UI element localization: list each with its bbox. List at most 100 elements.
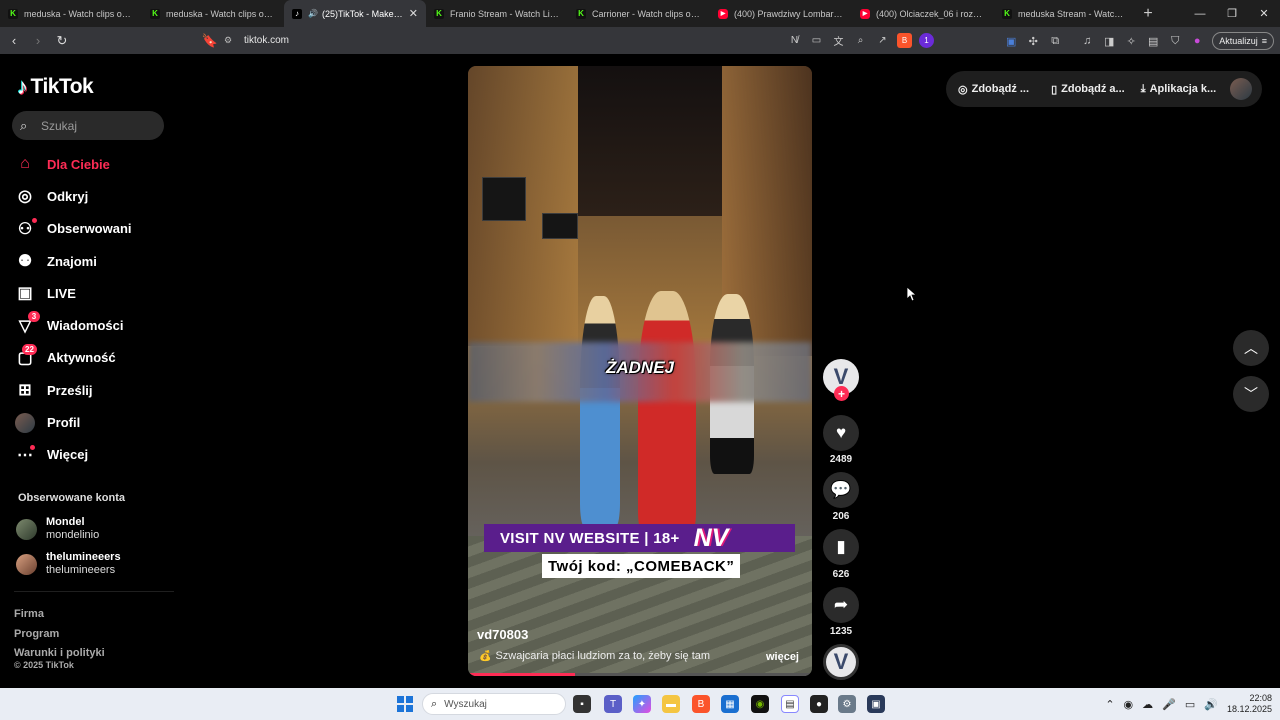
restore-icon[interactable]: ❐ <box>1216 0 1248 27</box>
share-icon[interactable]: ↗ <box>875 33 890 48</box>
update-button[interactable]: Aktualizuj ≡ <box>1212 32 1274 50</box>
nav-item-following[interactable]: ⚇ Obserwowani <box>14 213 184 245</box>
clock-date: 18.12.2025 <box>1226 704 1272 714</box>
follow-plus-icon[interactable]: + <box>834 386 849 401</box>
profile-icon[interactable]: ● <box>1190 34 1204 48</box>
video-player[interactable]: ŻADNEJ VISIT NV WEBSITE | 18+ NV Twój ko… <box>468 66 812 676</box>
nvidia-icon[interactable]: ◉ <box>751 695 769 713</box>
like-button[interactable]: ♥ <box>823 415 859 451</box>
mouse-cursor-icon <box>907 287 917 302</box>
tracking-off-icon[interactable]: N̸ <box>787 33 802 48</box>
forward-icon[interactable]: › <box>28 31 48 51</box>
reload-icon[interactable]: ↻ <box>52 31 72 51</box>
friends-icon: ⚉ <box>17 253 33 271</box>
video-author[interactable]: vd70803 <box>477 627 528 642</box>
media-icon[interactable]: ♫ <box>1080 34 1094 48</box>
browser-tab[interactable]: K Franio Stream - Watch Live on <box>426 0 568 27</box>
search-input[interactable] <box>41 118 151 133</box>
browser-tab[interactable]: Kmeduska - Watch clips on Kick <box>0 0 142 27</box>
taskbar-search[interactable]: ⌕ Wyszukaj <box>422 693 566 715</box>
nav-item-messages[interactable]: ▽ 3 Wiadomości <box>14 309 184 341</box>
video-frame <box>482 177 526 221</box>
nav-item-more[interactable]: ⋯ Więcej <box>14 439 184 471</box>
vpn-icon[interactable]: ⛉ <box>1168 34 1182 48</box>
nav-item-for-you[interactable]: ⌂ Dla Ciebie <box>14 148 184 180</box>
chevron-up-icon[interactable]: ⌃ <box>1105 698 1114 711</box>
video-progress-bar[interactable] <box>468 673 812 676</box>
screenshot-icon[interactable]: ⧉ <box>1048 34 1062 48</box>
music-disc[interactable]: V <box>823 644 859 680</box>
share-button[interactable]: ➦ <box>823 587 859 623</box>
display-icon[interactable]: ▭ <box>1185 698 1195 711</box>
brave-shields-icon[interactable]: B <box>897 33 912 48</box>
zoom-icon[interactable]: ⌕ <box>853 33 868 48</box>
new-tab-button[interactable]: + <box>1136 0 1160 27</box>
translate-icon[interactable]: 文 <box>831 33 846 48</box>
cast-icon[interactable]: ▭ <box>809 33 824 48</box>
tiktok-logo[interactable]: ♪ TikTok <box>17 74 94 100</box>
browser-tab[interactable]: ▶ (400) Olciaczek_06 i rozmowa <box>852 0 994 27</box>
tray-app-icon[interactable]: ◉ <box>1124 698 1134 711</box>
followed-account[interactable]: Mondel mondelinio <box>16 516 99 542</box>
wallet-icon[interactable]: ▤ <box>1146 34 1160 48</box>
sidebar-icon[interactable]: ◨ <box>1102 34 1116 48</box>
task-view-icon[interactable]: ▪ <box>573 695 591 713</box>
notepad-icon[interactable]: ▤ <box>781 695 799 713</box>
clock[interactable]: 22:08 18.12.2025 <box>1227 693 1272 715</box>
footer-link-company[interactable]: Firma <box>14 604 105 624</box>
nav-item-profile[interactable]: Profil <box>14 406 184 438</box>
omnibox[interactable]: ⚙ tiktok.com N̸ ▭ 文 ⌕ ↗ B 1 <box>196 30 938 51</box>
description-text: Szwajcaria płaci ludziom za to, żeby się… <box>495 650 711 662</box>
store-icon[interactable]: ▦ <box>721 695 739 713</box>
extension-icon[interactable]: ▣ <box>1004 34 1018 48</box>
file-explorer-icon[interactable]: ▬ <box>662 695 680 713</box>
footer-link-program[interactable]: Program <box>14 624 105 644</box>
copilot-icon[interactable]: ✦ <box>633 695 651 713</box>
url-text[interactable]: tiktok.com <box>244 35 289 46</box>
settings-icon[interactable]: ⚙ <box>838 695 856 713</box>
avatar[interactable] <box>1230 78 1252 100</box>
teams-icon[interactable]: T <box>604 695 622 713</box>
browser-tab[interactable]: Kmeduska Stream - Watch Live <box>994 0 1136 27</box>
browser-tab-active[interactable]: ♪ 🔊(25)TikTok - Make Your ✕ <box>284 0 426 27</box>
search-box[interactable]: ⌕ <box>12 111 164 140</box>
followed-account[interactable]: thelumineeers thelumineeers <box>16 551 121 577</box>
browser-tab[interactable]: K Carrioner - Watch clips on Kick <box>568 0 710 27</box>
minimize-icon[interactable]: — <box>1184 0 1216 27</box>
save-button[interactable]: ▮ <box>823 529 859 565</box>
get-app-button[interactable]: ▯ Zdobądź a... <box>1051 83 1125 96</box>
extensions-puzzle-icon[interactable]: ✣ <box>1026 34 1040 48</box>
brave-rewards-icon[interactable]: 1 <box>919 33 934 48</box>
brave-browser-icon[interactable]: B <box>692 695 710 713</box>
browser-tab[interactable]: Kmeduska - Watch clips on Kick <box>142 0 284 27</box>
comment-button[interactable]: 💬 <box>823 472 859 508</box>
leo-ai-icon[interactable]: ✧ <box>1124 34 1138 48</box>
like-count: 2489 <box>829 454 853 465</box>
nav-item-explore[interactable]: ◎ Odkryj <box>14 180 184 212</box>
nav-item-friends[interactable]: ⚉ Znajomi <box>14 245 184 277</box>
monitor-app-icon[interactable]: ▣ <box>867 695 885 713</box>
browser-tab[interactable]: ▶ (400) Prawdziwy Lombard - Od <box>710 0 852 27</box>
download-app-button[interactable]: ⤓ Aplikacja k... <box>1141 83 1217 96</box>
nav-item-upload[interactable]: ⊞ Prześlij <box>14 374 184 406</box>
more-button[interactable]: więcej <box>766 651 799 663</box>
tray-cloud-icon[interactable]: ☁ <box>1142 698 1153 711</box>
video-frame <box>542 213 578 239</box>
site-info-icon[interactable]: ⚙ <box>224 35 232 46</box>
start-button[interactable] <box>397 696 413 712</box>
nav-label: Obserwowani <box>47 221 132 237</box>
nav-item-activity[interactable]: ▢ 22 Aktywność <box>14 342 184 374</box>
kick-icon: K <box>434 8 444 19</box>
close-window-icon[interactable]: ✕ <box>1248 0 1280 27</box>
volume-icon[interactable]: 🔊 <box>1204 698 1218 711</box>
back-icon[interactable]: ‹ <box>4 31 24 51</box>
app-icon[interactable]: ● <box>810 695 828 713</box>
nav-item-live[interactable]: ▣ LIVE <box>14 277 184 309</box>
microphone-icon[interactable]: 🎤 <box>1162 698 1176 711</box>
search-icon[interactable]: ⌕ <box>20 118 36 134</box>
close-tab-icon[interactable]: ✕ <box>409 7 418 20</box>
previous-video-button[interactable]: ︿ <box>1233 330 1269 366</box>
audio-playing-icon[interactable]: 🔊 <box>308 9 318 18</box>
get-coins-button[interactable]: ◎ Zdobądź ... <box>958 83 1029 96</box>
next-video-button[interactable]: ﹀ <box>1233 376 1269 412</box>
